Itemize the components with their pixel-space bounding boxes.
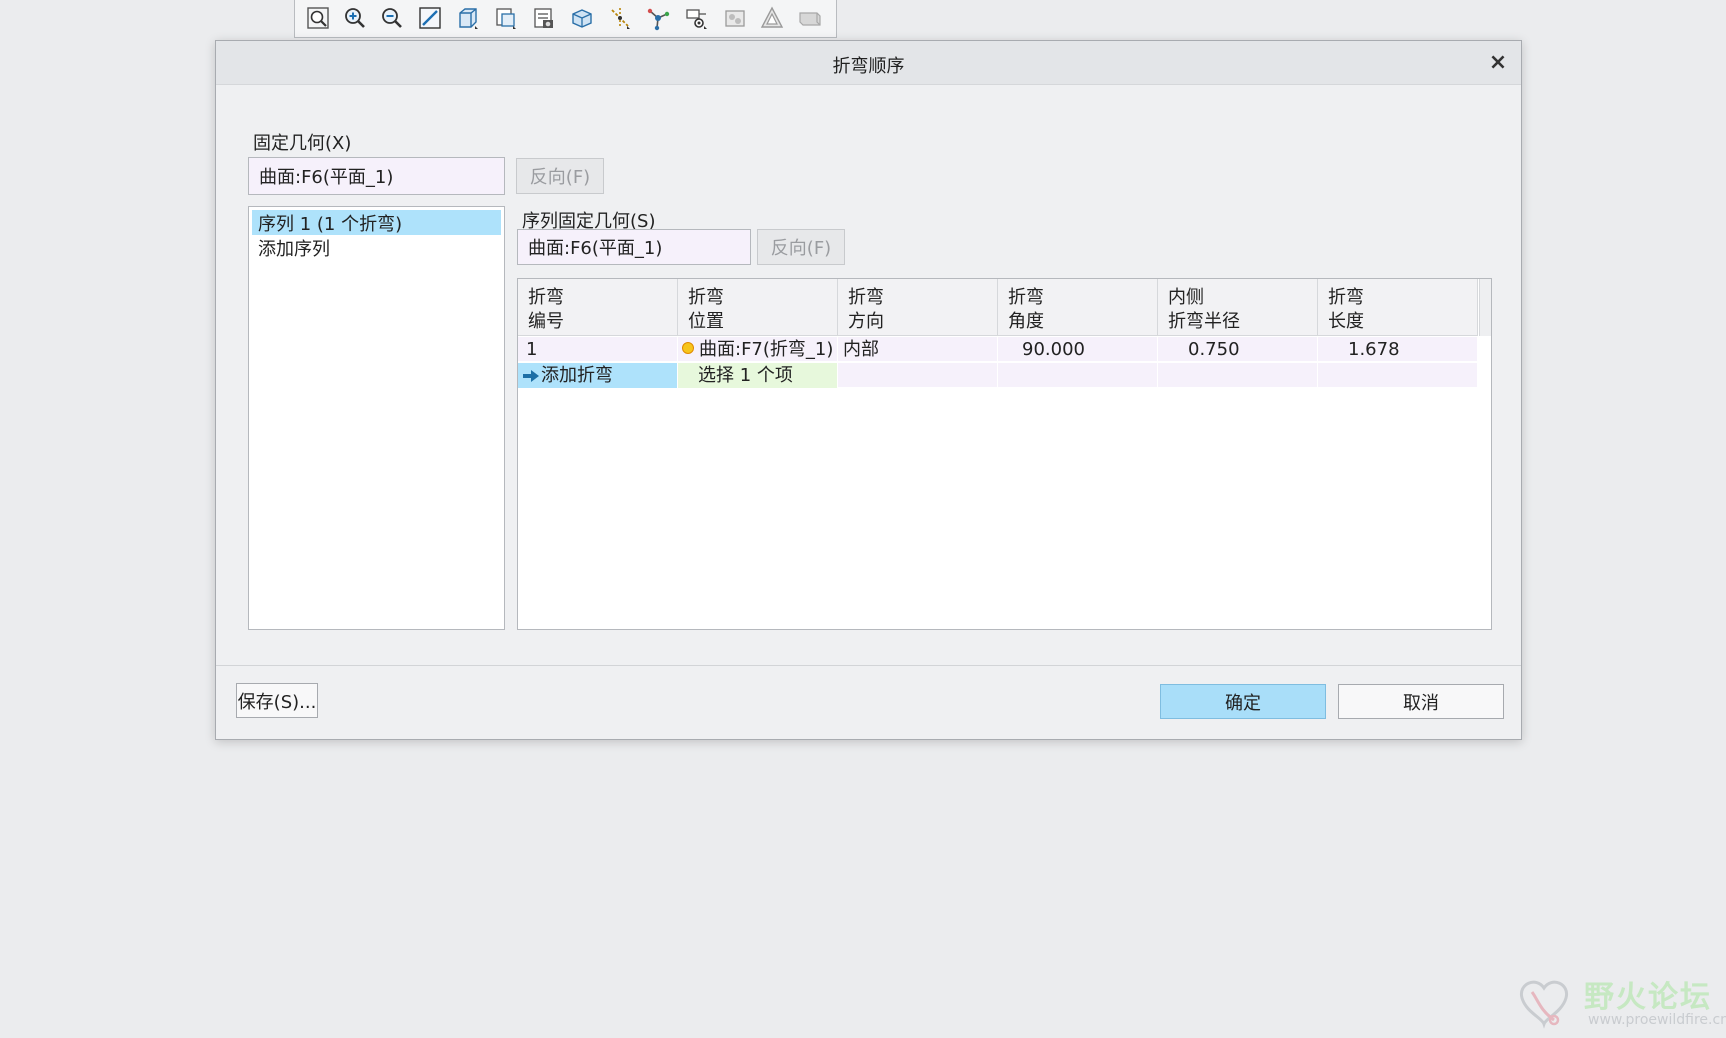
column-header-bend-number[interactable]: 折弯 编号 [518, 279, 678, 336]
bend-location-value: 曲面:F7(折弯_1) [699, 339, 834, 360]
bend-number-cell: 1 [518, 337, 678, 362]
sequence-fixed-geometry-field[interactable]: 曲面:F6(平面_1) [517, 229, 751, 265]
sequence-item-1[interactable]: 序列 1 (1 个折弯) [252, 210, 501, 235]
perspective-icon[interactable] [757, 4, 787, 32]
close-button[interactable]: × [1485, 49, 1511, 75]
bend-order-dialog: 折弯顺序 × 固定几何(X) 曲面:F6(平面_1) 反向(F) 序列 1 (1… [215, 40, 1522, 740]
zoom-out-icon[interactable] [377, 4, 407, 32]
zoom-fit-icon[interactable] [303, 4, 333, 32]
bend-angle-cell[interactable]: 90.000 [998, 337, 1158, 362]
table-row[interactable]: 1 曲面:F7(折弯_1) 内部 90.000 0.750 1.678 [518, 337, 1478, 362]
fixed-geometry-label: 固定几何(X) [253, 133, 352, 154]
column-header-bend-length[interactable]: 折弯 长度 [1318, 279, 1478, 336]
select-item-prompt[interactable]: 选择 1 个项 [678, 363, 838, 388]
empty-cell [1318, 363, 1478, 388]
status-dot-icon [682, 342, 694, 354]
add-bend-label: 添加折弯 [541, 365, 613, 386]
view-cube-icon[interactable] [453, 4, 483, 32]
appearance-icon[interactable] [720, 4, 750, 32]
column-header-bend-location[interactable]: 折弯 位置 [678, 279, 838, 336]
add-bend-cell[interactable]: 添加折弯 [518, 363, 678, 388]
repaint-icon[interactable] [415, 4, 445, 32]
empty-cell [998, 363, 1158, 388]
cancel-button[interactable]: 取消 [1338, 684, 1504, 719]
sketch-view-icon[interactable] [795, 4, 825, 32]
zoom-in-icon[interactable] [340, 4, 370, 32]
annotation-display-icon[interactable] [682, 4, 712, 32]
dialog-title: 折弯顺序 [832, 56, 905, 77]
close-icon: × [1488, 49, 1508, 75]
saved-views-icon[interactable] [491, 4, 521, 32]
empty-cell [1158, 363, 1318, 388]
flip-sequence-geometry-button[interactable]: 反向(F) [757, 229, 845, 265]
view-manager-icon[interactable] [529, 4, 559, 32]
column-header-bend-angle[interactable]: 折弯 角度 [998, 279, 1158, 336]
dialog-titlebar[interactable]: 折弯顺序 × [216, 41, 1521, 85]
arrow-right-icon [522, 367, 540, 385]
bend-direction-cell[interactable]: 内部 [838, 337, 998, 362]
sequence-fixed-geometry-value: 曲面:F6(平面_1) [528, 238, 663, 259]
watermark-logo-icon [1519, 980, 1569, 1029]
sequence-list[interactable]: 序列 1 (1 个折弯) 添加序列 [248, 206, 505, 630]
table-scrollbar[interactable] [1479, 279, 1491, 336]
empty-cell [838, 363, 998, 388]
column-header-bend-direction[interactable]: 折弯 方向 [838, 279, 998, 336]
flip-fixed-geometry-button[interactable]: 反向(F) [516, 158, 604, 194]
ok-button[interactable]: 确定 [1160, 684, 1326, 719]
view-toolbar [294, 0, 837, 38]
fixed-geometry-value: 曲面:F6(平面_1) [259, 167, 394, 188]
forum-watermark: 野火论坛 www.proewildfire.cn [1514, 968, 1726, 1034]
bend-length-cell[interactable]: 1.678 [1318, 337, 1478, 362]
datum-display-icon[interactable] [605, 4, 635, 32]
footer-divider [216, 665, 1521, 666]
add-sequence-item[interactable]: 添加序列 [252, 235, 501, 260]
display-style-icon[interactable] [567, 4, 597, 32]
table-header: 折弯 编号 折弯 位置 折弯 方向 折弯 角度 内侧 折弯半径 折弯 长度 [518, 279, 1478, 336]
bend-location-cell[interactable]: 曲面:F7(折弯_1) [678, 337, 838, 362]
watermark-title: 野火论坛 [1584, 980, 1712, 1015]
spin-center-icon[interactable] [643, 4, 673, 32]
fixed-geometry-field[interactable]: 曲面:F6(平面_1) [248, 157, 505, 195]
bend-table: 折弯 编号 折弯 位置 折弯 方向 折弯 角度 内侧 折弯半径 折弯 长度 1 … [517, 278, 1492, 630]
add-bend-row[interactable]: 添加折弯 选择 1 个项 [518, 363, 1478, 388]
inner-radius-cell[interactable]: 0.750 [1158, 337, 1318, 362]
save-button[interactable]: 保存(S)... [236, 683, 318, 718]
column-header-inner-radius[interactable]: 内侧 折弯半径 [1158, 279, 1318, 336]
watermark-url: www.proewildfire.cn [1588, 1012, 1726, 1028]
